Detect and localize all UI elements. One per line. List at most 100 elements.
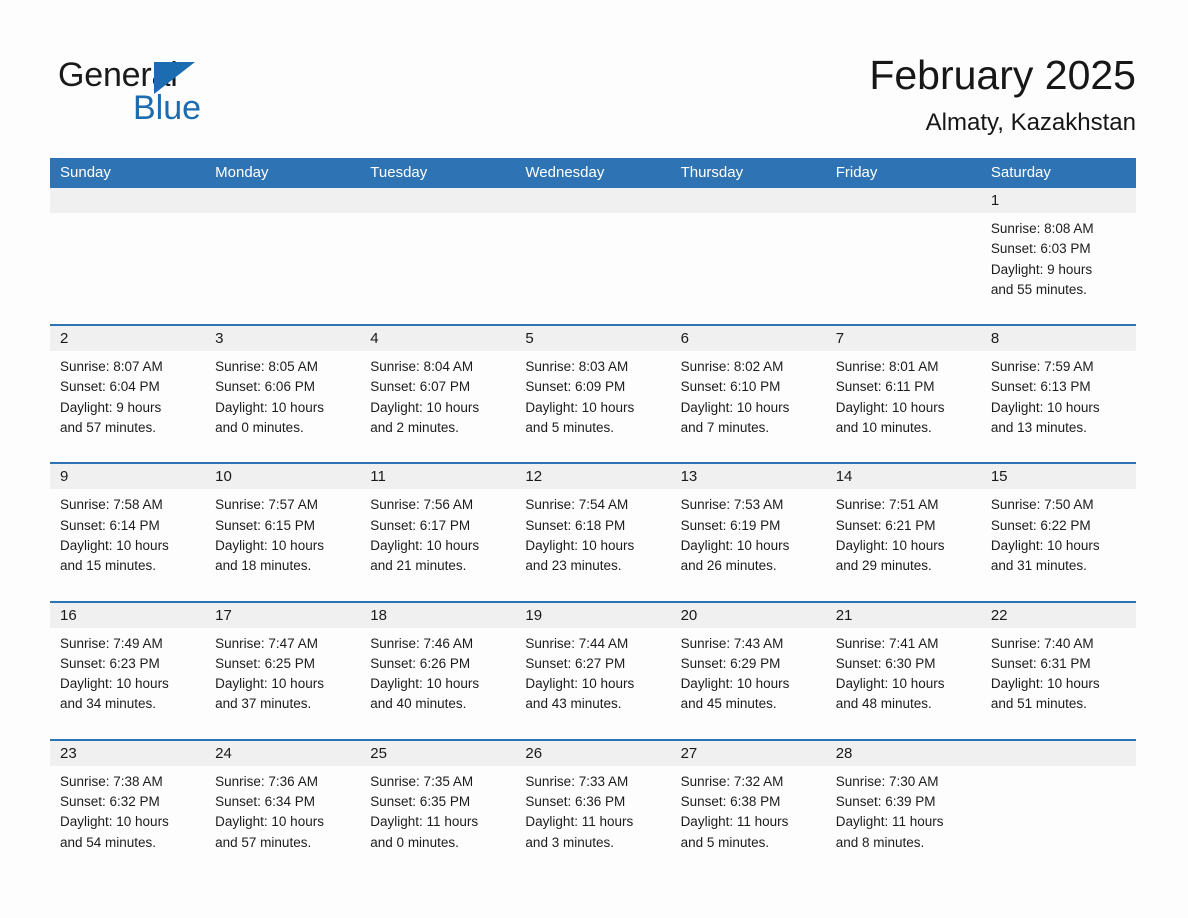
day-sunrise-text: Sunrise: 8:05 AM	[215, 359, 318, 375]
day-number[interactable]: 21	[825, 602, 981, 628]
week-gap-cell	[825, 448, 981, 463]
day-number-empty	[360, 188, 516, 213]
day-cell[interactable]: Sunrise: 7:58 AM Sunset: 6:14 PM Daylight:…	[50, 489, 206, 587]
day-cell[interactable]: Sunrise: 8:04 AM Sunset: 6:07 PM Daylight:…	[360, 351, 516, 449]
day-number-row: 1	[50, 188, 1136, 213]
day-sunrise-text: Sunrise: 8:04 AM	[370, 359, 474, 375]
day-cell[interactable]: Sunrise: 8:08 AM Sunset: 6:03 PM Daylight:…	[980, 213, 1136, 311]
day-cell[interactable]: Sunrise: 7:33 AM Sunset: 6:36 PM Daylight:…	[515, 765, 671, 863]
day-number[interactable]: 6	[670, 326, 826, 352]
calendar-page: General Blue February 2025 Almaty, Kazak…	[0, 0, 1188, 918]
day-sunset-text: Sunset: 6:25 PM	[215, 655, 315, 671]
day-cell[interactable]: Sunrise: 7:41 AM Sunset: 6:30 PM Daylight:…	[825, 627, 981, 725]
day-number[interactable]: 16	[50, 602, 206, 628]
day-cell[interactable]: Sunrise: 7:38 AM Sunset: 6:32 PM Daylight:…	[50, 765, 206, 863]
day-daylight-line1-text: Daylight: 10 hours	[60, 676, 169, 692]
day-number[interactable]: 19	[515, 602, 671, 628]
day-number[interactable]: 8	[980, 326, 1136, 352]
day-sunrise-text: Sunrise: 7:51 AM	[835, 497, 939, 513]
day-number-empty	[670, 188, 826, 213]
day-number[interactable]: 27	[670, 740, 826, 766]
page-title: February 2025	[869, 52, 1136, 98]
day-cell[interactable]: Sunrise: 7:36 AM Sunset: 6:34 PM Daylight:…	[205, 765, 361, 863]
day-cell[interactable]: Sunrise: 7:40 AM Sunset: 6:31 PM Daylight:…	[980, 627, 1136, 725]
day-number[interactable]: 12	[515, 464, 671, 490]
day-sunset-text: Sunset: 6:19 PM	[680, 517, 781, 533]
day-number[interactable]: 26	[515, 740, 671, 766]
day-sunset-text: Sunset: 6:09 PM	[525, 379, 626, 395]
day-sunrise-text: Sunrise: 8:08 AM	[990, 221, 1094, 236]
day-number[interactable]: 9	[50, 464, 206, 490]
day-number[interactable]: 11	[360, 464, 516, 490]
day-cell[interactable]: Sunrise: 7:53 AM Sunset: 6:19 PM Daylight:…	[670, 489, 826, 587]
week-gap-cell	[50, 310, 206, 325]
day-cell[interactable]: Sunrise: 7:57 AM Sunset: 6:15 PM Daylight:…	[205, 489, 361, 587]
day-cell-empty	[825, 213, 981, 311]
day-daylight-line2-text: and 0 minutes.	[215, 420, 304, 436]
day-number[interactable]: 25	[360, 740, 516, 766]
weekday-header-saturday: Saturday	[980, 158, 1136, 188]
day-cell[interactable]: Sunrise: 7:47 AM Sunset: 6:25 PM Daylight:…	[205, 627, 361, 725]
weekday-header-tuesday: Tuesday	[360, 158, 516, 188]
day-daylight-line1-text: Daylight: 10 hours	[370, 399, 480, 415]
day-number[interactable]: 23	[50, 740, 206, 766]
week-gap	[50, 448, 1136, 463]
day-sunset-text: Sunset: 6:13 PM	[990, 379, 1091, 395]
day-daylight-line2-text: and 26 minutes.	[680, 558, 777, 574]
day-cell[interactable]: Sunrise: 7:54 AM Sunset: 6:18 PM Daylight:…	[515, 489, 671, 587]
day-daylight-line1-text: Daylight: 10 hours	[370, 676, 480, 692]
day-cell[interactable]: Sunrise: 7:59 AM Sunset: 6:13 PM Daylight:…	[980, 351, 1136, 449]
general-blue-logo[interactable]: General Blue	[58, 55, 318, 135]
calendar-body: 1 Sunrise: 8:08 AM Sunset: 6:03 PM Daylight…	[50, 188, 1136, 863]
week-gap-cell	[980, 310, 1136, 325]
day-number-empty	[205, 188, 361, 213]
day-daylight-line2-text: and 7 minutes.	[680, 420, 770, 436]
day-cell[interactable]: Sunrise: 7:51 AM Sunset: 6:21 PM Daylight:…	[825, 489, 981, 587]
day-sunset-text: Sunset: 6:23 PM	[60, 655, 160, 671]
day-cell[interactable]: Sunrise: 7:44 AM Sunset: 6:27 PM Daylight:…	[515, 627, 671, 725]
day-cell[interactable]: Sunrise: 8:02 AM Sunset: 6:10 PM Daylight:…	[670, 351, 826, 449]
week-gap-cell	[980, 586, 1136, 601]
day-sunset-text: Sunset: 6:38 PM	[680, 794, 781, 810]
day-cell[interactable]: Sunrise: 7:49 AM Sunset: 6:23 PM Daylight:…	[50, 627, 206, 725]
day-cell[interactable]: Sunrise: 7:56 AM Sunset: 6:17 PM Daylight:…	[360, 489, 516, 587]
day-number[interactable]: 1	[980, 188, 1136, 213]
day-number[interactable]: 7	[825, 326, 981, 352]
day-daylight-line2-text: and 40 minutes.	[370, 696, 467, 712]
day-number[interactable]: 22	[980, 602, 1136, 628]
day-cell[interactable]: Sunrise: 7:50 AM Sunset: 6:22 PM Daylight:…	[980, 489, 1136, 587]
day-number[interactable]: 5	[515, 326, 671, 352]
week-gap	[50, 724, 1136, 739]
day-daylight-line1-text: Daylight: 10 hours	[680, 399, 790, 415]
day-number[interactable]: 15	[980, 464, 1136, 490]
day-number[interactable]: 3	[205, 326, 361, 352]
week-gap-cell	[205, 724, 361, 739]
day-number[interactable]: 17	[205, 602, 361, 628]
day-sunset-text: Sunset: 6:04 PM	[60, 379, 160, 395]
week-gap-cell	[825, 724, 981, 739]
day-cell[interactable]: Sunrise: 7:35 AM Sunset: 6:35 PM Daylight:…	[360, 765, 516, 863]
day-cell[interactable]: Sunrise: 7:32 AM Sunset: 6:38 PM Daylight:…	[670, 765, 826, 863]
day-cell[interactable]: Sunrise: 7:46 AM Sunset: 6:26 PM Daylight:…	[360, 627, 516, 725]
day-number[interactable]: 18	[360, 602, 516, 628]
day-number[interactable]: 14	[825, 464, 981, 490]
day-sunrise-text: Sunrise: 7:40 AM	[990, 635, 1094, 651]
day-cell[interactable]: Sunrise: 8:01 AM Sunset: 6:11 PM Daylight:…	[825, 351, 981, 449]
day-number[interactable]: 24	[205, 740, 361, 766]
day-number[interactable]: 13	[670, 464, 826, 490]
day-cell[interactable]: Sunrise: 8:03 AM Sunset: 6:09 PM Daylight:…	[515, 351, 671, 449]
day-sunrise-text: Sunrise: 7:35 AM	[370, 773, 474, 789]
day-number[interactable]: 20	[670, 602, 826, 628]
day-number[interactable]: 28	[825, 740, 981, 766]
sunrise-sunset-calendar: Sunday Monday Tuesday Wednesday Thursday…	[50, 158, 1136, 863]
day-sunset-text: Sunset: 6:30 PM	[835, 655, 936, 671]
day-number[interactable]: 2	[50, 326, 206, 352]
day-number[interactable]: 10	[205, 464, 361, 490]
day-cell[interactable]: Sunrise: 8:05 AM Sunset: 6:06 PM Daylight:…	[205, 351, 361, 449]
day-number[interactable]: 4	[360, 326, 516, 352]
day-cell[interactable]: Sunrise: 8:07 AM Sunset: 6:04 PM Daylight:…	[50, 351, 206, 449]
day-daylight-line1-text: Daylight: 9 hours	[60, 399, 162, 415]
day-cell[interactable]: Sunrise: 7:30 AM Sunset: 6:39 PM Daylight:…	[825, 765, 981, 863]
day-cell[interactable]: Sunrise: 7:43 AM Sunset: 6:29 PM Daylight:…	[670, 627, 826, 725]
day-daylight-line1-text: Daylight: 10 hours	[680, 676, 790, 692]
